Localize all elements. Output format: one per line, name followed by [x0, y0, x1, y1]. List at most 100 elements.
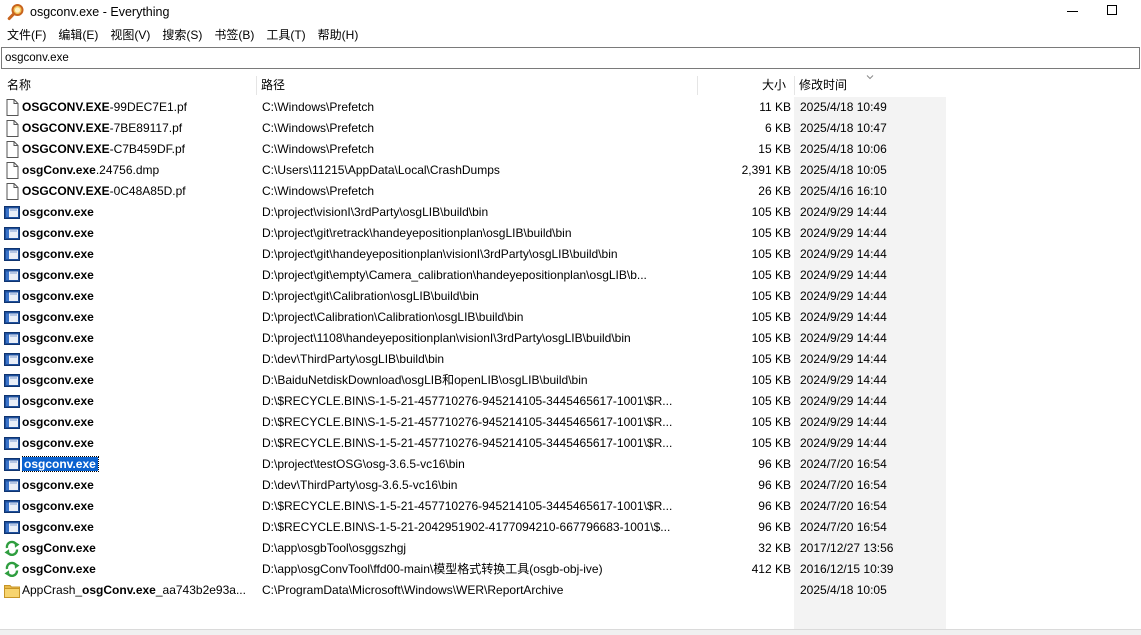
- exe-icon: [4, 311, 20, 324]
- result-row[interactable]: osgConv.exe D:\app\osgConvTool\ffd00-main…: [0, 559, 946, 580]
- column-header-path[interactable]: 路径: [261, 74, 285, 97]
- file-name-text: osgConv.exe: [22, 541, 96, 555]
- menu-view[interactable]: 视图(V): [104, 25, 156, 46]
- file-name[interactable]: osgconv.exe: [22, 412, 254, 433]
- file-name[interactable]: osgconv.exe: [22, 496, 254, 517]
- file-modified-date: 2024/9/29 14:44: [800, 331, 887, 345]
- exe-icon: [4, 479, 20, 492]
- title-bar[interactable]: osgconv.exe - Everything: [0, 0, 1141, 25]
- file-name-match: osgconv.exe: [22, 478, 94, 492]
- file-name[interactable]: AppCrash_osgConv.exe_aa743b2e93a...: [22, 580, 254, 601]
- file-name-match: osgconv.exe: [22, 331, 94, 345]
- result-row[interactable]: osgconv.exe D:\$RECYCLE.BIN\S-1-5-21-4577…: [0, 433, 946, 454]
- file-name[interactable]: osgConv.exe: [22, 559, 254, 580]
- exe-icon: [4, 521, 20, 534]
- file-name-text: osgconv.exe: [22, 247, 94, 261]
- file-name[interactable]: osgconv.exe: [22, 454, 254, 475]
- result-row[interactable]: OSGCONV.EXE-0C48A85D.pf C:\Windows\Prefet…: [0, 181, 946, 202]
- result-row[interactable]: OSGCONV.EXE-7BE89117.pf C:\Windows\Prefet…: [0, 118, 946, 139]
- file-name[interactable]: OSGCONV.EXE-99DEC7E1.pf: [22, 97, 254, 118]
- file-name-text: osgConv.exe.24756.dmp: [22, 163, 159, 177]
- result-row[interactable]: osgconv.exe D:\$RECYCLE.BIN\S-1-5-21-2042…: [0, 517, 946, 538]
- column-divider[interactable]: [697, 76, 698, 95]
- file-path: D:\project\git\empty\Camera_calibration\…: [262, 268, 647, 282]
- result-row[interactable]: osgconv.exe D:\project\git\handeyepositio…: [0, 244, 946, 265]
- file-name-text: OSGCONV.EXE-0C48A85D.pf: [22, 184, 186, 198]
- result-row[interactable]: osgconv.exe D:\$RECYCLE.BIN\S-1-5-21-4577…: [0, 391, 946, 412]
- file-path: C:\Windows\Prefetch: [262, 100, 375, 114]
- file-path: C:\Users\11215\AppData\Local\CrashDumps: [262, 163, 500, 177]
- column-divider[interactable]: [794, 76, 795, 95]
- result-row[interactable]: osgconv.exe D:\dev\ThirdParty\osgLIB\buil…: [0, 349, 946, 370]
- result-row[interactable]: AppCrash_osgConv.exe_aa743b2e93a... C:\Pr…: [0, 580, 946, 601]
- menu-bookmarks[interactable]: 书签(B): [208, 25, 260, 46]
- file-name[interactable]: osgconv.exe: [22, 391, 254, 412]
- minimize-button[interactable]: [1049, 0, 1095, 25]
- result-row[interactable]: osgconv.exe D:\project\visionI\3rdParty\o…: [0, 202, 946, 223]
- file-path: D:\BaiduNetdiskDownload\osgLIB和openLIB\o…: [262, 373, 588, 387]
- file-name[interactable]: osgconv.exe: [22, 328, 254, 349]
- file-name[interactable]: osgconv.exe: [22, 307, 254, 328]
- file-modified-date: 2024/7/20 16:54: [800, 478, 887, 492]
- file-modified-date: 2024/9/29 14:44: [800, 247, 887, 261]
- file-name[interactable]: osgconv.exe: [22, 265, 254, 286]
- result-row[interactable]: osgconv.exe D:\dev\ThirdParty\osg-3.6.5-v…: [0, 475, 946, 496]
- file-name[interactable]: OSGCONV.EXE-C7B459DF.pf: [22, 139, 254, 160]
- result-row[interactable]: osgconv.exe D:\project\testOSG\osg-3.6.5-…: [0, 454, 946, 475]
- file-name[interactable]: OSGCONV.EXE-7BE89117.pf: [22, 118, 254, 139]
- file-size: 32 KB: [758, 541, 791, 555]
- file-name[interactable]: osgconv.exe: [22, 475, 254, 496]
- search-input[interactable]: [5, 49, 1133, 67]
- file-name[interactable]: osgconv.exe: [22, 244, 254, 265]
- file-size: 105 KB: [751, 415, 791, 429]
- file-name-text: osgconv.exe: [22, 373, 94, 387]
- result-row[interactable]: osgConv.exe.24756.dmp C:\Users\11215\AppD…: [0, 160, 946, 181]
- result-row[interactable]: OSGCONV.EXE-C7B459DF.pf C:\Windows\Prefet…: [0, 139, 946, 160]
- result-row[interactable]: OSGCONV.EXE-99DEC7E1.pf C:\Windows\Prefet…: [0, 97, 946, 118]
- file-name[interactable]: osgconv.exe: [22, 202, 254, 223]
- file-name[interactable]: osgconv.exe: [22, 349, 254, 370]
- file-name[interactable]: OSGCONV.EXE-0C48A85D.pf: [22, 181, 254, 202]
- file-name-match: osgconv.exe: [22, 205, 94, 219]
- menu-help[interactable]: 帮助(H): [312, 25, 365, 46]
- file-name-match: osgconv.exe: [22, 520, 94, 534]
- file-name-text: osgconv.exe: [22, 352, 94, 366]
- file-name[interactable]: osgconv.exe: [22, 433, 254, 454]
- file-name[interactable]: osgconv.exe: [22, 286, 254, 307]
- result-row[interactable]: osgconv.exe D:\$RECYCLE.BIN\S-1-5-21-4577…: [0, 496, 946, 517]
- menu-search[interactable]: 搜索(S): [156, 25, 208, 46]
- result-row[interactable]: osgconv.exe D:\BaiduNetdiskDownload\osgLI…: [0, 370, 946, 391]
- column-divider[interactable]: [256, 76, 257, 95]
- file-name[interactable]: osgConv.exe.24756.dmp: [22, 160, 254, 181]
- maximize-button[interactable]: [1095, 0, 1141, 25]
- file-name[interactable]: osgconv.exe: [22, 517, 254, 538]
- column-header-name[interactable]: 名称: [7, 74, 31, 97]
- menu-file[interactable]: 文件(F): [1, 25, 52, 46]
- result-row[interactable]: osgconv.exe D:\project\Calibration\Calibr…: [0, 307, 946, 328]
- file-name[interactable]: osgconv.exe: [22, 223, 254, 244]
- file-modified-date: 2017/12/27 13:56: [800, 541, 894, 555]
- result-row[interactable]: osgconv.exe D:\project\git\Calibration\os…: [0, 286, 946, 307]
- file-modified-date: 2024/7/20 16:54: [800, 520, 887, 534]
- file-name[interactable]: osgconv.exe: [22, 370, 254, 391]
- result-row[interactable]: osgconv.exe D:\$RECYCLE.BIN\S-1-5-21-4577…: [0, 412, 946, 433]
- minimize-icon: [1067, 11, 1078, 12]
- column-header-size[interactable]: 大小: [762, 74, 786, 97]
- status-bar: [0, 629, 1141, 635]
- file-name-match: osgconv.exe: [22, 394, 94, 408]
- file-name-match: osgconv.exe: [22, 352, 94, 366]
- result-row[interactable]: osgconv.exe D:\project\1108\handeyepositi…: [0, 328, 946, 349]
- file-name[interactable]: osgConv.exe: [22, 538, 254, 559]
- column-header-date[interactable]: 修改时间: [799, 74, 847, 97]
- result-row[interactable]: osgconv.exe D:\project\git\empty\Camera_c…: [0, 265, 946, 286]
- file-size: 105 KB: [751, 331, 791, 345]
- file-name-match: osgConv.exe: [22, 541, 96, 555]
- file-size: 105 KB: [751, 226, 791, 240]
- result-row[interactable]: osgConv.exe D:\app\osgbTool\osggszhgj 32 K…: [0, 538, 946, 559]
- result-row[interactable]: osgconv.exe D:\project\git\retrack\handey…: [0, 223, 946, 244]
- menu-edit[interactable]: 编辑(E): [52, 25, 104, 46]
- menu-tools[interactable]: 工具(T): [260, 25, 311, 46]
- file-size: 105 KB: [751, 373, 791, 387]
- exe-icon: [4, 227, 20, 240]
- file-name-match: osgconv.exe: [22, 373, 94, 387]
